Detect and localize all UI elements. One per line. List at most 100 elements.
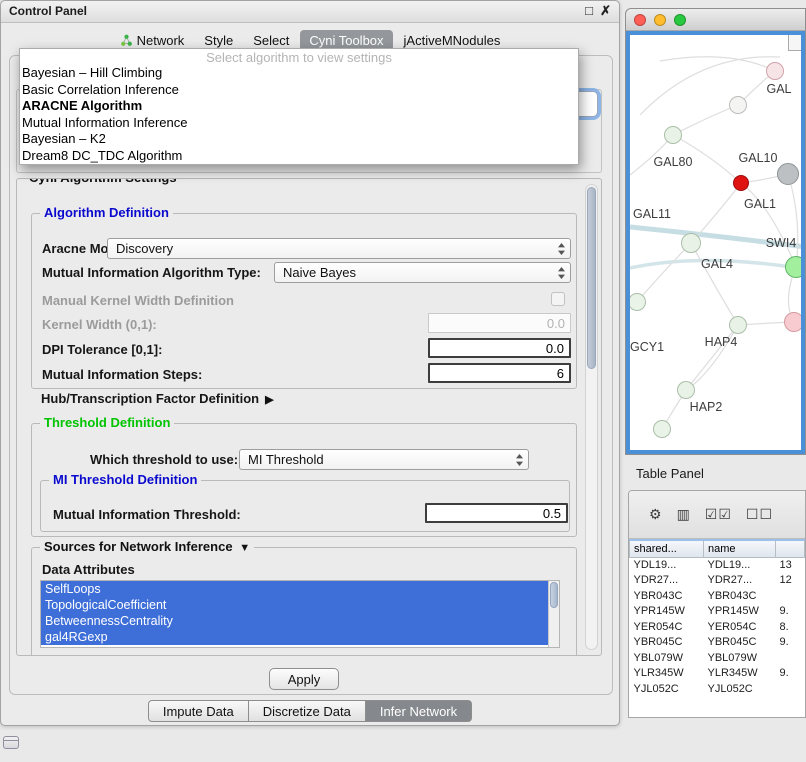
attribute-item-selfloops[interactable]: SelfLoops xyxy=(41,581,559,597)
bottom-tabs: Impute DataDiscretize DataInfer Network xyxy=(1,700,619,722)
table-row[interactable]: YDL19...YDL19...13 xyxy=(630,557,805,573)
network-node-5[interactable] xyxy=(681,233,701,253)
data-attributes-label: Data Attributes xyxy=(42,562,135,577)
combo-arrows-icon xyxy=(557,266,566,283)
attribute-item-topologicalcoefficient[interactable]: TopologicalCoefficient xyxy=(41,597,559,613)
list-scrollbar-thumb[interactable] xyxy=(550,582,558,608)
collapsed-panel-icon[interactable] xyxy=(3,736,19,749)
threshold-definition-title: Threshold Definition xyxy=(40,415,174,430)
algorithm-dropdown-list: Bayesian – Hill ClimbingBasic Correlatio… xyxy=(20,65,578,164)
table-cell: YBR045C xyxy=(704,635,776,651)
table-row[interactable]: YJL052CYJL052C xyxy=(630,681,805,697)
list-scrollbar[interactable] xyxy=(548,581,559,647)
network-node-9[interactable] xyxy=(677,381,695,399)
network-node-6[interactable] xyxy=(785,256,805,278)
manual-kernel-label: Manual Kernel Width Definition xyxy=(42,293,234,308)
network-node-7[interactable] xyxy=(729,316,747,334)
dropdown-item-aracne-algorithm[interactable]: ARACNE Algorithm xyxy=(20,98,578,115)
float-window-icon[interactable]: □ xyxy=(585,3,593,18)
dropdown-item-bayesian-k2[interactable]: Bayesian – K2 xyxy=(20,131,578,148)
dropdown-item-basic-correlation-inference[interactable]: Basic Correlation Inference xyxy=(20,82,578,99)
sources-title: Sources for Network Inference ▼ xyxy=(40,539,254,554)
table-cell: YDL19... xyxy=(630,557,704,573)
table-row[interactable]: YLR345WYLR345W9. xyxy=(630,666,805,682)
expand-right-icon[interactable]: ▶ xyxy=(265,394,273,406)
columns-icon[interactable]: ▥ xyxy=(677,506,691,523)
column-header-2[interactable] xyxy=(776,540,805,557)
settings-scrollbar[interactable] xyxy=(585,184,598,650)
network-node-4[interactable] xyxy=(777,163,799,185)
canvas-scroll-corner[interactable] xyxy=(788,35,801,51)
mi-threshold-title: MI Threshold Definition xyxy=(49,472,201,487)
dropdown-item-bayesian-hill-climbing[interactable]: Bayesian – Hill Climbing xyxy=(20,65,578,82)
which-threshold-label: Which threshold to use: xyxy=(90,452,238,467)
control-panel-window: Control Panel □ ✗ NetworkStyleSelectCyni… xyxy=(0,0,620,726)
node-label-gal4: GAL4 xyxy=(701,257,733,271)
bottom-tab-infer-network[interactable]: Infer Network xyxy=(366,700,472,722)
dropdown-placeholder: Select algorithm to view settings xyxy=(20,49,578,65)
hub-definition-expander[interactable]: Hub/Transcription Factor Definition▶ xyxy=(41,391,274,406)
table-row[interactable]: YDR27...YDR27...12 xyxy=(630,573,805,589)
bottom-tab-impute-data[interactable]: Impute Data xyxy=(148,700,249,722)
mi-type-label: Mutual Information Algorithm Type: xyxy=(42,265,261,280)
network-node-0[interactable] xyxy=(766,62,784,80)
dropdown-item-dream8-dc-tdc-algorithm[interactable]: Dream8 DC_TDC Algorithm xyxy=(20,148,578,165)
sources-title-text: Sources for Network Inference xyxy=(44,539,233,554)
network-node-2[interactable] xyxy=(664,126,682,144)
algorithm-definition-title: Algorithm Definition xyxy=(40,205,173,220)
network-node-11[interactable] xyxy=(653,420,671,438)
close-icon[interactable]: ✗ xyxy=(600,3,611,19)
network-window-titlebar[interactable] xyxy=(626,9,805,31)
threshold-type-combo[interactable]: MI Threshold xyxy=(239,449,529,470)
table-row[interactable]: YER054CYER054C8. xyxy=(630,619,805,635)
collapse-down-icon[interactable]: ▼ xyxy=(239,542,250,554)
table-cell: YDR27... xyxy=(704,573,776,589)
node-label-gal10: GAL10 xyxy=(739,151,778,165)
node-label-swi4: SWI4 xyxy=(766,236,797,250)
column-header-name[interactable]: name xyxy=(704,540,776,557)
table-panel-window: ⚙▥☑☑☐☐ shared...name YDL19...YDL19...13Y… xyxy=(628,490,806,718)
data-attributes-items: SelfLoopsTopologicalCoefficientBetweenne… xyxy=(41,581,559,645)
aracne-mode-combo[interactable]: Discovery xyxy=(107,238,571,259)
attribute-item-betweennesscentrality[interactable]: BetweennessCentrality xyxy=(41,613,559,629)
zoom-button[interactable] xyxy=(674,14,686,26)
combo-arrows-icon xyxy=(557,242,566,259)
dpi-tolerance-input[interactable] xyxy=(428,338,571,358)
node-table[interactable]: shared...name YDL19...YDL19...13YDR27...… xyxy=(629,539,805,697)
settings-gear-icon[interactable]: ⚙ xyxy=(649,506,663,523)
attribute-item-gal4rgexp[interactable]: gal4RGexp xyxy=(41,629,559,645)
mi-threshold-input[interactable] xyxy=(425,503,568,523)
minimize-button[interactable] xyxy=(654,14,666,26)
settings-group-title: Cyni Algorithm Settings xyxy=(25,178,181,185)
bottom-tab-discretize-data[interactable]: Discretize Data xyxy=(249,700,366,722)
manual-kernel-checkbox xyxy=(551,292,565,306)
node-label-gal80: GAL80 xyxy=(654,155,693,169)
uncheck-all-icon[interactable]: ☐☐ xyxy=(746,506,773,523)
mi-type-value: Naive Bayes xyxy=(283,265,356,280)
table-row[interactable]: YBL079WYBL079W xyxy=(630,650,805,666)
table-cell: YLR345W xyxy=(704,666,776,682)
node-label-gal: GAL xyxy=(766,82,791,96)
network-node-8[interactable] xyxy=(784,312,804,332)
table-cell xyxy=(776,588,805,604)
table-row[interactable]: YPR145WYPR145W9. xyxy=(630,604,805,620)
table-row[interactable]: YBR043CYBR043C xyxy=(630,588,805,604)
check-all-icon[interactable]: ☑☑ xyxy=(705,506,732,523)
node-label-gal11: GAL11 xyxy=(633,207,671,221)
table-row[interactable]: YBR045CYBR045C9. xyxy=(630,635,805,651)
table-cell: YLR345W xyxy=(630,666,704,682)
network-node-10[interactable] xyxy=(628,293,646,311)
dropdown-item-mutual-information-inference[interactable]: Mutual Information Inference xyxy=(20,115,578,132)
apply-button[interactable]: Apply xyxy=(269,668,339,690)
mi-type-combo[interactable]: Naive Bayes xyxy=(274,262,571,283)
network-node-3[interactable] xyxy=(733,175,749,191)
settings-scrollbar-thumb[interactable] xyxy=(587,187,596,369)
network-node-1[interactable] xyxy=(729,96,747,114)
mi-steps-input[interactable] xyxy=(428,363,571,383)
network-canvas[interactable]: GALGAL80GAL10GAL11GAL1SWI4GAL4GCY1HAP4HA… xyxy=(626,31,805,454)
tab-label: jActiveMNodules xyxy=(404,33,501,48)
control-panel-titlebar[interactable]: Control Panel □ ✗ xyxy=(1,1,619,23)
data-attributes-list[interactable]: SelfLoopsTopologicalCoefficientBetweenne… xyxy=(40,580,560,648)
column-header-shared-[interactable]: shared... xyxy=(630,540,704,557)
close-button[interactable] xyxy=(634,14,646,26)
